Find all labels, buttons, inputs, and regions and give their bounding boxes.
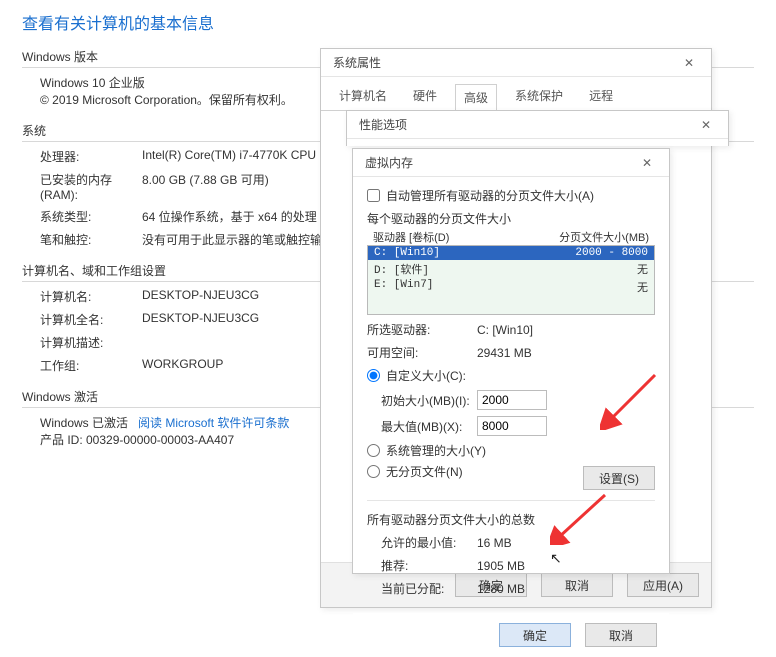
initial-size-input[interactable] bbox=[477, 390, 547, 410]
tab-advanced[interactable]: 高级 bbox=[455, 84, 497, 111]
close-icon[interactable]: ✕ bbox=[633, 152, 661, 174]
workgroup-label: 工作组: bbox=[22, 357, 142, 374]
tab-hardware[interactable]: 硬件 bbox=[405, 83, 445, 110]
vm-ok-button[interactable]: 确定 bbox=[499, 623, 571, 647]
drives-listbox[interactable]: C: [Win10] 2000 - 8000 D: [软件] 无 E: [Win… bbox=[367, 245, 655, 315]
performance-options-dialog: 性能选项 ✕ bbox=[346, 110, 729, 146]
page-title: 查看有关计算机的基本信息 bbox=[22, 10, 754, 34]
col-size: 分页文件大小(MB) bbox=[559, 229, 649, 245]
close-icon[interactable]: ✕ bbox=[675, 52, 703, 74]
activated-text: Windows 已激活 bbox=[40, 416, 128, 430]
cursor-icon: ↖ bbox=[550, 550, 562, 567]
sysprop-title: 系统属性 bbox=[333, 54, 381, 71]
systype-label: 系统类型: bbox=[22, 208, 142, 225]
fullname-label: 计算机全名: bbox=[22, 311, 142, 328]
max-size-input[interactable] bbox=[477, 416, 547, 436]
custom-size-radio[interactable]: 自定义大小(C): bbox=[367, 367, 655, 384]
drive-row[interactable]: D: [软件] 无 bbox=[368, 260, 654, 278]
system-managed-radio[interactable]: 系统管理的大小(Y) bbox=[367, 442, 655, 459]
tab-remote[interactable]: 远程 bbox=[581, 83, 621, 110]
auto-manage-input[interactable] bbox=[367, 189, 380, 202]
tab-computer-name[interactable]: 计算机名 bbox=[331, 83, 395, 110]
col-drive: 驱动器 [卷标(D) bbox=[373, 229, 449, 245]
rec-value: 1905 MB bbox=[477, 559, 655, 573]
perf-title: 性能选项 bbox=[359, 116, 407, 133]
selected-drive-value: C: [Win10] bbox=[477, 323, 655, 337]
max-size-label: 最大值(MB)(X): bbox=[367, 418, 477, 435]
sysprop-tabs: 计算机名 硬件 高级 系统保护 远程 bbox=[321, 77, 711, 111]
license-link[interactable]: 阅读 Microsoft 软件许可条款 bbox=[138, 416, 289, 430]
vm-title: 虚拟内存 bbox=[365, 154, 413, 171]
min-value: 16 MB bbox=[477, 536, 655, 550]
cur-value: 1280 MB bbox=[477, 582, 655, 596]
vm-cancel-button[interactable]: 取消 bbox=[585, 623, 657, 647]
cur-label: 当前已分配: bbox=[367, 580, 477, 597]
drive-row[interactable]: E: [Win7] 无 bbox=[368, 278, 654, 296]
selected-drive-label: 所选驱动器: bbox=[367, 321, 477, 338]
rec-label: 推荐: bbox=[367, 557, 477, 574]
ram-label: 已安装的内存(RAM): bbox=[22, 171, 142, 202]
cpu-label: 处理器: bbox=[22, 148, 142, 165]
pcname-label: 计算机名: bbox=[22, 288, 142, 305]
auto-manage-checkbox[interactable]: 自动管理所有驱动器的分页文件大小(A) bbox=[367, 187, 655, 204]
min-label: 允许的最小值: bbox=[367, 534, 477, 551]
available-value: 29431 MB bbox=[477, 346, 655, 360]
pcdesc-label: 计算机描述: bbox=[22, 334, 142, 351]
auto-manage-label: 自动管理所有驱动器的分页文件大小(A) bbox=[386, 187, 594, 204]
available-label: 可用空间: bbox=[367, 344, 477, 361]
initial-size-label: 初始大小(MB)(I): bbox=[367, 392, 477, 409]
set-button[interactable]: 设置(S) bbox=[583, 466, 655, 490]
pen-label: 笔和触控: bbox=[22, 231, 142, 248]
totals-heading: 所有驱动器分页文件大小的总数 bbox=[367, 511, 655, 528]
drive-row[interactable]: C: [Win10] 2000 - 8000 bbox=[368, 246, 654, 260]
tab-protection[interactable]: 系统保护 bbox=[507, 83, 571, 110]
each-drive-label: 每个驱动器的分页文件大小 bbox=[367, 210, 655, 227]
virtual-memory-dialog: 虚拟内存 ✕ 自动管理所有驱动器的分页文件大小(A) 每个驱动器的分页文件大小 … bbox=[352, 148, 670, 574]
close-icon[interactable]: ✕ bbox=[692, 114, 720, 136]
